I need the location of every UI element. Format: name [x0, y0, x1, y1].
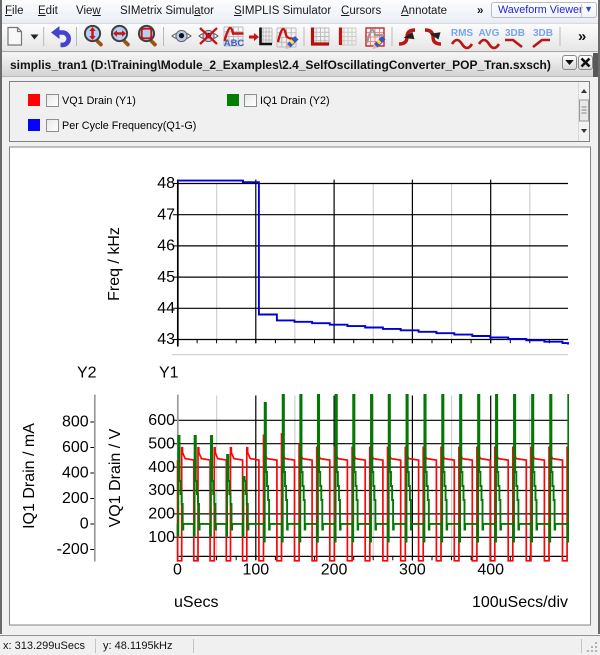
svg-text:47: 47	[157, 206, 175, 223]
svg-text:0: 0	[80, 516, 89, 533]
svg-text:500: 500	[148, 435, 175, 452]
svg-text:800: 800	[62, 414, 89, 431]
svg-text:400: 400	[148, 459, 175, 476]
svg-text:100: 100	[242, 562, 269, 579]
svg-text:-200: -200	[57, 541, 89, 558]
svg-text:300: 300	[399, 562, 426, 579]
svg-text:600: 600	[62, 439, 89, 456]
svg-text:100uSecs/div: 100uSecs/div	[472, 594, 568, 611]
svg-text:400: 400	[477, 562, 504, 579]
svg-text:uSecs: uSecs	[174, 594, 218, 611]
svg-text:0: 0	[173, 562, 182, 579]
svg-text:600: 600	[148, 412, 175, 429]
svg-text:300: 300	[148, 482, 175, 499]
svg-text:Y2: Y2	[77, 365, 97, 382]
svg-text:100: 100	[148, 529, 175, 546]
svg-text:IQ1 Drain / mA: IQ1 Drain / mA	[21, 423, 38, 529]
svg-text:46: 46	[157, 238, 175, 255]
svg-text:43: 43	[157, 331, 175, 348]
svg-text:200: 200	[62, 490, 89, 507]
svg-text:48: 48	[157, 175, 175, 192]
svg-text:45: 45	[157, 269, 175, 286]
svg-text:200: 200	[148, 506, 175, 523]
svg-text:44: 44	[157, 300, 175, 317]
svg-text:Y1: Y1	[159, 365, 179, 382]
svg-text:VQ1 Drain / V: VQ1 Drain / V	[107, 428, 124, 527]
svg-text:Freq / kHz: Freq / kHz	[106, 227, 123, 301]
svg-text:200: 200	[321, 562, 348, 579]
svg-text:400: 400	[62, 465, 89, 482]
